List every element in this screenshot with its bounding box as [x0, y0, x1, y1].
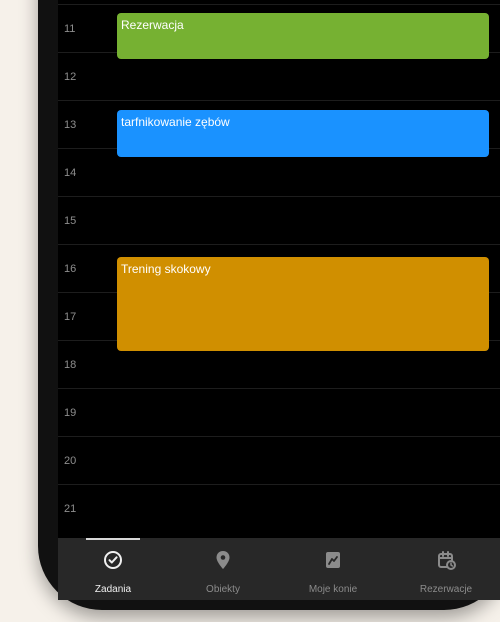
hour-label: 19 — [64, 407, 77, 419]
bottom-navigation: Zadania Obiekty Moje konie Rezerwacje — [58, 538, 500, 600]
hour-label: 11 — [64, 23, 76, 35]
hour-row-12: 12 — [58, 52, 500, 101]
hour-row-15: 15 — [58, 196, 500, 245]
check-circle-icon — [104, 551, 122, 569]
hour-label: 18 — [64, 359, 77, 371]
hour-label: 12 — [64, 71, 77, 83]
event-trening-skokowy[interactable]: Trening skokowy — [117, 257, 489, 351]
nav-item-obiekty[interactable]: Obiekty — [173, 548, 273, 600]
hour-label: 13 — [64, 119, 77, 131]
calendar-screen: 11 12 13 14 15 16 17 18 19 20 21 Rezerwa… — [58, 0, 500, 600]
event-title: Rezerwacja — [121, 18, 184, 32]
hour-row-20: 20 — [58, 436, 500, 485]
hour-label: 15 — [64, 215, 77, 227]
hour-label: 17 — [64, 311, 77, 323]
hour-label: 14 — [64, 167, 77, 179]
nav-label: Zadania — [94, 584, 132, 595]
hour-label: 21 — [64, 503, 77, 515]
horse-card-icon — [326, 552, 340, 568]
nav-label: Moje konie — [308, 584, 358, 595]
nav-label: Rezerwacje — [419, 584, 473, 595]
nav-item-zadania[interactable]: Zadania — [63, 548, 163, 600]
hour-label: 20 — [64, 455, 77, 467]
event-tarfnikowanie[interactable]: tarfnikowanie zębów — [117, 110, 489, 157]
nav-item-rezerwacje[interactable]: Rezerwacje — [396, 548, 496, 600]
hour-label: 16 — [64, 263, 77, 275]
map-pin-icon — [216, 551, 230, 569]
nav-label: Obiekty — [206, 584, 240, 595]
active-tab-indicator — [86, 538, 140, 540]
hour-row-19: 19 — [58, 388, 500, 437]
event-title: Trening skokowy — [121, 262, 211, 276]
hour-row-21: 21 — [58, 484, 500, 533]
calendar-clock-icon — [438, 551, 456, 570]
nav-item-moje-konie[interactable]: Moje konie — [283, 548, 383, 600]
event-rezerwacja[interactable]: Rezerwacja — [117, 13, 489, 59]
event-title: tarfnikowanie zębów — [121, 115, 230, 129]
